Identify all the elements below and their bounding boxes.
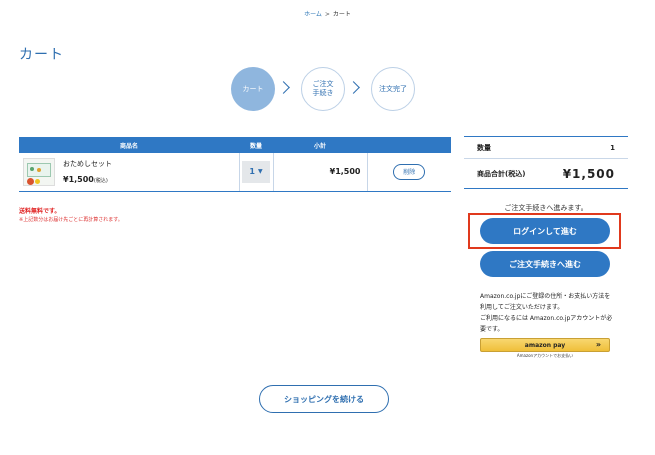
product-price: ¥1,500(税込) <box>63 175 108 185</box>
amazon-pay-text-2: ご利用になるには Amazon.co.jpアカウントが必要です。 <box>480 315 613 333</box>
page-title: カート <box>19 47 64 63</box>
breadcrumb-separator: > <box>324 11 330 18</box>
step-order-label: ご注文 手続き <box>312 80 334 97</box>
shipping-free-note: 送料無料です。 <box>19 208 61 215</box>
summary-quantity-value: 1 <box>610 143 615 152</box>
step-order: ご注文 手続き <box>301 67 345 111</box>
actions-cell: 削除 <box>366 153 451 192</box>
step-arrow-icon <box>347 81 360 94</box>
header-product: 商品名 <box>19 137 239 153</box>
product-cell: おためしセット ¥1,500(税込) <box>19 153 239 192</box>
summary-total-label: 商品合計(税込) <box>477 169 526 178</box>
step-cart-label: カート <box>242 84 264 93</box>
amazon-pay-text-1: Amazon.co.jpにご登録の住所・お支払い方法を利用してご注文いただけます… <box>480 293 611 311</box>
step-cart: カート <box>231 67 275 111</box>
step-arrow-icon <box>277 81 290 94</box>
continue-shopping-button[interactable]: ショッピングを続ける <box>259 385 389 413</box>
step-complete: 注文完了 <box>371 67 415 111</box>
proceed-text: ご注文手続きへ進みます。 <box>504 204 588 212</box>
summary-total-value: ¥1,500 <box>562 166 615 181</box>
amazon-pay-button[interactable]: amazon pay » <box>480 338 610 352</box>
header-subtotal: 小計 <box>273 137 367 153</box>
double-chevron-right-icon: » <box>595 340 601 349</box>
subtotal-cell: ¥1,500 <box>272 153 367 192</box>
breadcrumb-home-link[interactable]: ホーム <box>304 11 322 18</box>
quantity-cell: 1 ▼ <box>238 153 273 192</box>
chevron-down-icon: ▼ <box>257 168 263 176</box>
product-name[interactable]: おためしセット <box>63 159 112 169</box>
table-header-row: 商品名 数量 小計 <box>19 137 451 153</box>
quantity-value: 1 <box>249 167 255 177</box>
summary-quantity-row: 数量 1 <box>464 137 628 159</box>
checkout-button[interactable]: ご注文手続きへ進む <box>480 251 610 277</box>
order-summary: 数量 1 商品合計(税込) ¥1,500 <box>464 136 628 189</box>
delete-button[interactable]: 削除 <box>393 163 426 180</box>
header-quantity: 数量 <box>239 137 273 153</box>
amazon-pay-description: Amazon.co.jpにご登録の住所・お支払い方法を利用してご注文いただけます… <box>480 291 615 335</box>
product-thumbnail[interactable] <box>23 157 55 186</box>
cart-table: 商品名 数量 小計 おためしセット ¥1,500(税込) 1 ▼ ¥1,500 … <box>19 137 451 192</box>
step-complete-label: 注文完了 <box>379 84 407 93</box>
table-row: おためしセット ¥1,500(税込) 1 ▼ ¥1,500 削除 <box>19 153 451 192</box>
breadcrumb-current: カート <box>332 11 351 18</box>
product-tax-note: (税込) <box>93 178 108 185</box>
breadcrumb: ホーム > カート <box>0 9 655 18</box>
recalc-note: ※上記数分はお届け先ごとに再計算されます。 <box>19 217 123 223</box>
amazon-pay-label: amazon pay <box>524 341 566 349</box>
amazon-pay-subtext: Amazonアカウントでお支払い <box>516 353 574 358</box>
login-button[interactable]: ログインして進む <box>480 218 610 244</box>
header-actions <box>367 137 451 153</box>
quantity-select[interactable]: 1 ▼ <box>242 160 270 183</box>
summary-total-row: 商品合計(税込) ¥1,500 <box>464 159 628 189</box>
summary-quantity-label: 数量 <box>477 143 491 152</box>
